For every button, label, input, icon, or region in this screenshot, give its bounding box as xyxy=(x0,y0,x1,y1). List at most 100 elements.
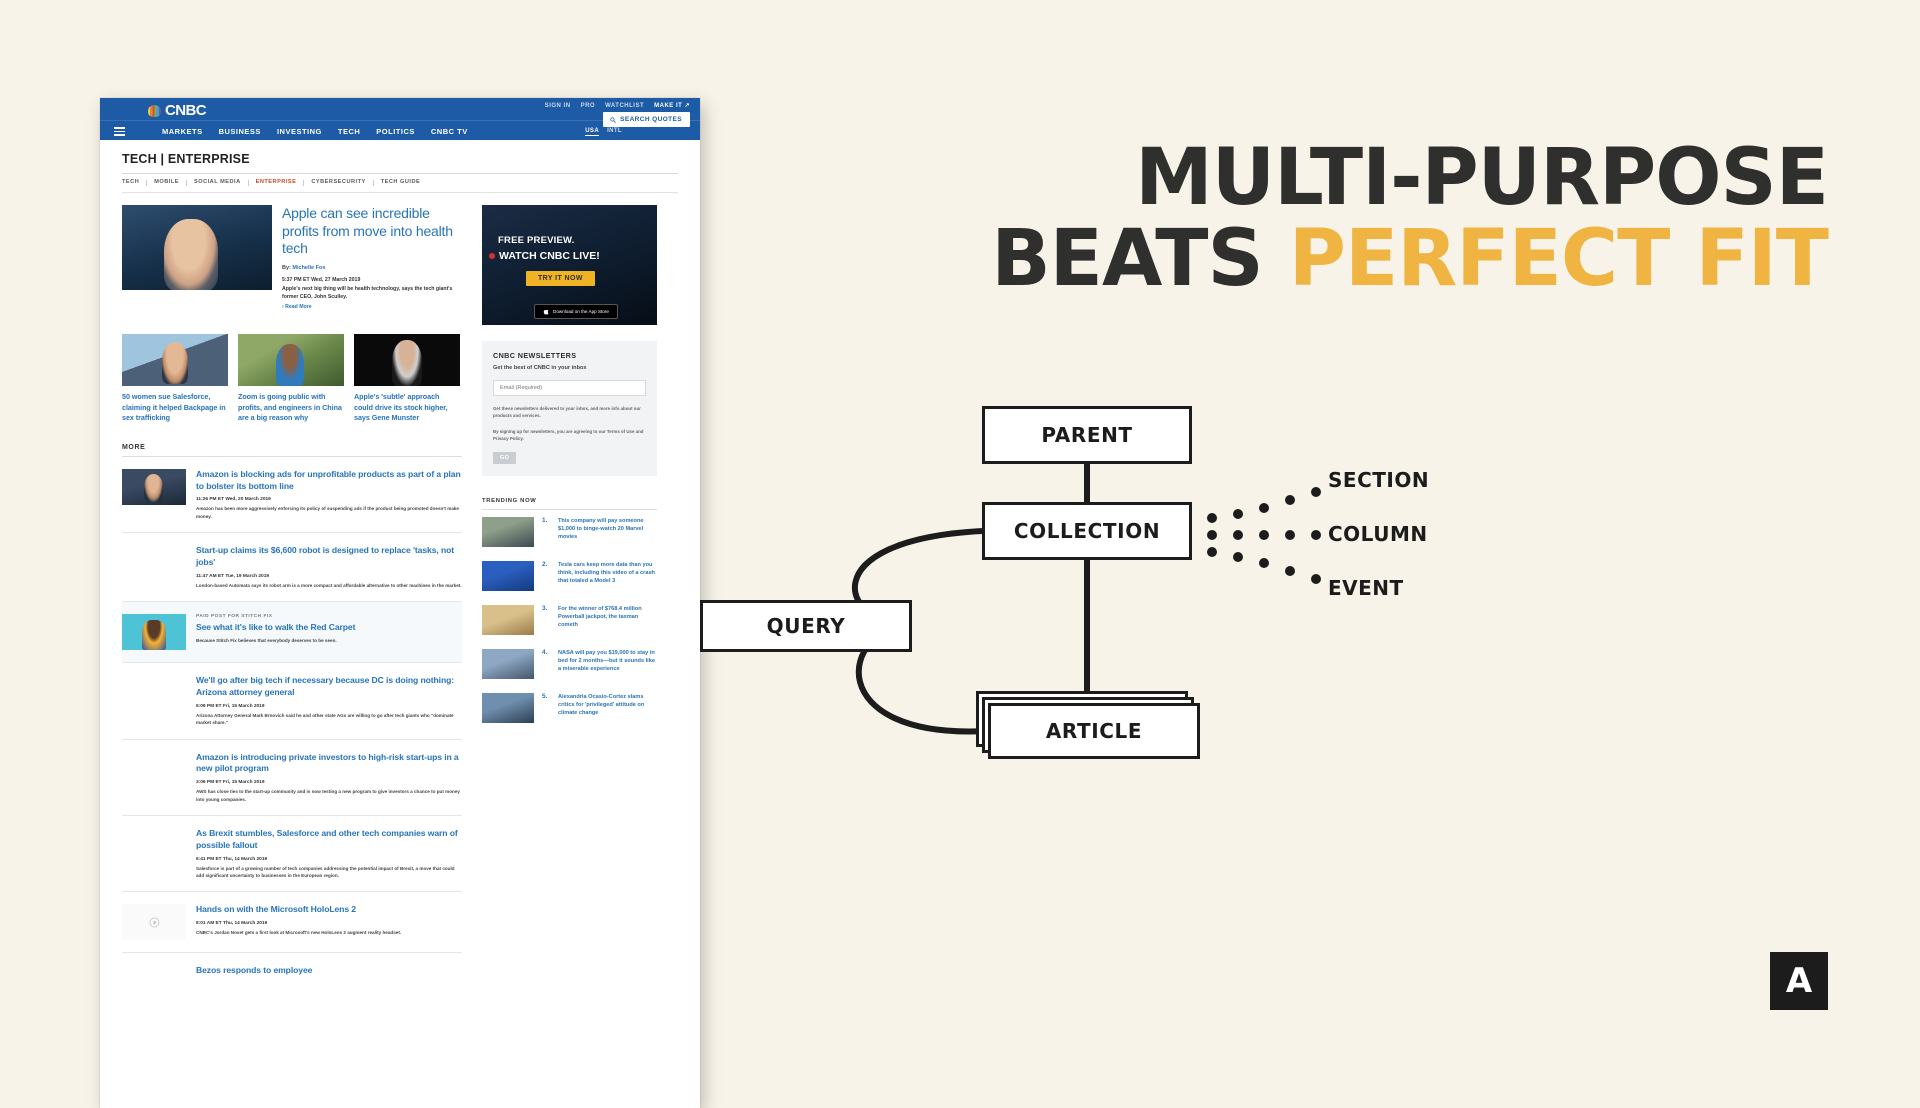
article-row[interactable]: Start-up claims its $6,600 robot is desi… xyxy=(122,533,462,603)
hero-text: Apple can see incredible profits from mo… xyxy=(282,205,462,311)
trending-title[interactable]: For the winner of $768.4 million Powerba… xyxy=(558,605,657,630)
newsletter-submit-button[interactable]: GO xyxy=(493,451,517,464)
card-item[interactable]: 50 women sue Salesforce, claiming it hel… xyxy=(122,334,228,423)
trending-title[interactable]: This company will pay someone $1,000 to … xyxy=(558,517,657,542)
trending-item[interactable]: 5. Alexandria Ocasio-Cortez slams critic… xyxy=(482,686,657,730)
nav-item-tech[interactable]: TECH xyxy=(338,127,360,136)
article-body: As Brexit stumbles, Salesforce and other… xyxy=(196,828,462,879)
article-title[interactable]: Bezos responds to employee xyxy=(196,965,462,977)
search-quotes-button[interactable]: SEARCH QUOTES xyxy=(603,112,690,127)
promo-line2: WATCH CNBC LIVE! xyxy=(489,250,600,262)
brand-logo-mark: A xyxy=(1770,952,1828,1010)
headline-beats: BEATS xyxy=(991,214,1289,305)
article-dek: Arizona Attorney General Mark Brnovich s… xyxy=(196,712,454,726)
subnav-cybersecurity[interactable]: CYBERSECURITY xyxy=(304,179,374,186)
nav-item-business[interactable]: BUSINESS xyxy=(219,127,261,136)
article-row[interactable]: As Brexit stumbles, Salesforce and other… xyxy=(122,816,462,893)
article-dek: Salesforce is part of a growing number o… xyxy=(196,865,455,879)
article-dek: CNBC's Jordan Novet gets a first look at… xyxy=(196,930,402,936)
promo-cta-button[interactable]: TRY IT NOW xyxy=(526,270,595,286)
article-body: Amazon is blocking ads for unprofitable … xyxy=(196,469,462,520)
article-dek: Because Stitch Fix believes that everybo… xyxy=(196,638,337,644)
hero-image xyxy=(122,204,272,290)
trending-title[interactable]: NASA will pay you $19,000 to stay in bed… xyxy=(558,649,657,674)
cnbc-logo-text: CNBC xyxy=(165,102,207,119)
newsletter-fine-print-2: By signing up for newsletters, you are a… xyxy=(493,429,644,442)
article-title[interactable]: Amazon is introducing private investors … xyxy=(196,752,462,776)
dotted-connector-section xyxy=(1207,487,1321,523)
more-heading: MORE xyxy=(122,444,462,457)
legend-section: SECTION xyxy=(1328,468,1430,492)
card-title[interactable]: 50 women sue Salesforce, claiming it hel… xyxy=(122,392,228,423)
locale-switcher: USA INTL xyxy=(585,128,622,136)
nav-list: MARKETS BUSINESS INVESTING TECH POLITICS… xyxy=(162,127,468,136)
article-title[interactable]: Amazon is blocking ads for unprofitable … xyxy=(196,469,462,493)
newsletter-title: CNBC NEWSLETTERS xyxy=(493,350,577,360)
subnav-mobile[interactable]: MOBILE xyxy=(147,179,187,186)
article-row[interactable]: Amazon is blocking ads for unprofitable … xyxy=(122,457,462,534)
makeit-link[interactable]: MAKE IT ↗ xyxy=(654,102,690,109)
trending-heading: TRENDING NOW xyxy=(482,498,657,510)
nav-item-cnbc-tv[interactable]: CNBC TV xyxy=(431,127,468,136)
trending-thumbnail xyxy=(482,648,534,679)
trending-title[interactable]: Tesla cars keep more data than you think… xyxy=(558,561,657,586)
trending-title[interactable]: Alexandria Ocasio-Cortez slams critics f… xyxy=(558,693,657,718)
trending-item[interactable]: 1. This company will pay someone $1,000 … xyxy=(482,510,657,554)
app-store-badge[interactable]: Download on the App Store xyxy=(534,303,618,319)
sponsored-article-row[interactable]: PAID POST FOR STITCH FIX See what it's l… xyxy=(122,602,462,664)
trending-item[interactable]: 2. Tesla cars keep more data than you th… xyxy=(482,554,657,598)
article-title[interactable]: Hands on with the Microsoft HoloLens 2 xyxy=(196,904,462,916)
card-item[interactable]: Zoom is going public with profits, and e… xyxy=(238,334,344,423)
hero-byline: By: Michelle Fox xyxy=(282,265,462,271)
card-item[interactable]: Apple's 'subtle' approach could drive it… xyxy=(354,334,460,423)
article-row[interactable]: Amazon is introducing private investors … xyxy=(122,740,462,817)
article-timestamp: 6:41 PM ET Thu, 14 March 2019 xyxy=(196,856,268,862)
trending-item[interactable]: 4. NASA will pay you $19,000 to stay in … xyxy=(482,642,657,686)
subnav-tech[interactable]: TECH xyxy=(122,179,148,186)
card-thumbnail xyxy=(122,334,228,387)
video-article-row[interactable]: Hands on with the Microsoft HoloLens 2 8… xyxy=(122,892,462,954)
article-timestamp: 11:47 AM ET Tue, 19 March 2019 xyxy=(196,573,270,579)
card-title[interactable]: Zoom is going public with profits, and e… xyxy=(238,392,344,423)
card-title[interactable]: Apple's 'subtle' approach could drive it… xyxy=(354,392,460,423)
signin-link[interactable]: SIGN IN xyxy=(545,103,571,109)
hero-article[interactable]: Apple can see incredible profits from mo… xyxy=(122,204,462,311)
locale-usa[interactable]: USA xyxy=(585,128,600,136)
nav-item-politics[interactable]: POLITICS xyxy=(376,127,415,136)
diagram-node-article[interactable]: ARTICLE xyxy=(988,703,1200,759)
watchlist-link[interactable]: WATCHLIST xyxy=(605,103,644,109)
search-quotes-label: SEARCH QUOTES xyxy=(620,116,682,123)
diagram-node-query[interactable]: QUERY xyxy=(700,600,912,652)
locale-intl[interactable]: INTL xyxy=(607,128,622,136)
article-title[interactable]: As Brexit stumbles, Salesforce and other… xyxy=(196,828,462,852)
subnav-tech-guide[interactable]: TECH GUIDE xyxy=(374,179,428,186)
diagram-node-parent[interactable]: PARENT xyxy=(982,406,1192,464)
diagram-node-collection[interactable]: COLLECTION xyxy=(982,502,1192,560)
menu-icon[interactable] xyxy=(114,127,125,138)
article-row[interactable]: Bezos responds to employee xyxy=(122,953,462,989)
slide-headline: MULTI-PURPOSE BEATS PERFECT FIT xyxy=(991,137,1829,300)
pro-link[interactable]: PRO xyxy=(581,103,596,109)
article-title[interactable]: We'll go after big tech if necessary bec… xyxy=(196,675,462,699)
trending-rank: 1. xyxy=(542,516,548,524)
sidebar-column: FREE PREVIEW. WATCH CNBC LIVE! TRY IT NO… xyxy=(482,204,657,990)
article-title[interactable]: Start-up claims its $6,600 robot is desi… xyxy=(196,545,462,569)
newsletter-email-input[interactable] xyxy=(493,379,646,396)
subnav-social-media[interactable]: SOCIAL MEDIA xyxy=(187,179,249,186)
trending-item[interactable]: 3. For the winner of $768.4 million Powe… xyxy=(482,598,657,642)
play-icon[interactable] xyxy=(122,904,186,941)
newsletter-subtitle: Get the best of CNBC in your inbox xyxy=(493,364,587,371)
article-row[interactable]: We'll go after big tech if necessary bec… xyxy=(122,663,462,740)
promo-line2-text: WATCH CNBC LIVE! xyxy=(499,249,600,262)
promo-banner[interactable]: FREE PREVIEW. WATCH CNBC LIVE! TRY IT NO… xyxy=(482,204,657,325)
hero-read-more-link[interactable]: › Read More xyxy=(282,304,462,310)
article-timestamp: 8:01 AM ET Thu, 14 March 2019 xyxy=(196,921,268,927)
nav-item-investing[interactable]: INVESTING xyxy=(277,127,322,136)
cnbc-logo[interactable]: CNBC xyxy=(148,102,207,119)
hero-author[interactable]: Michelle Fox xyxy=(292,265,325,271)
nav-item-markets[interactable]: MARKETS xyxy=(162,127,203,136)
article-title[interactable]: See what it's like to walk the Red Carpe… xyxy=(196,622,462,634)
hero-headline[interactable]: Apple can see incredible profits from mo… xyxy=(282,205,462,259)
subnav-enterprise[interactable]: ENTERPRISE xyxy=(249,179,305,186)
article-body: Bezos responds to employee xyxy=(196,965,462,977)
